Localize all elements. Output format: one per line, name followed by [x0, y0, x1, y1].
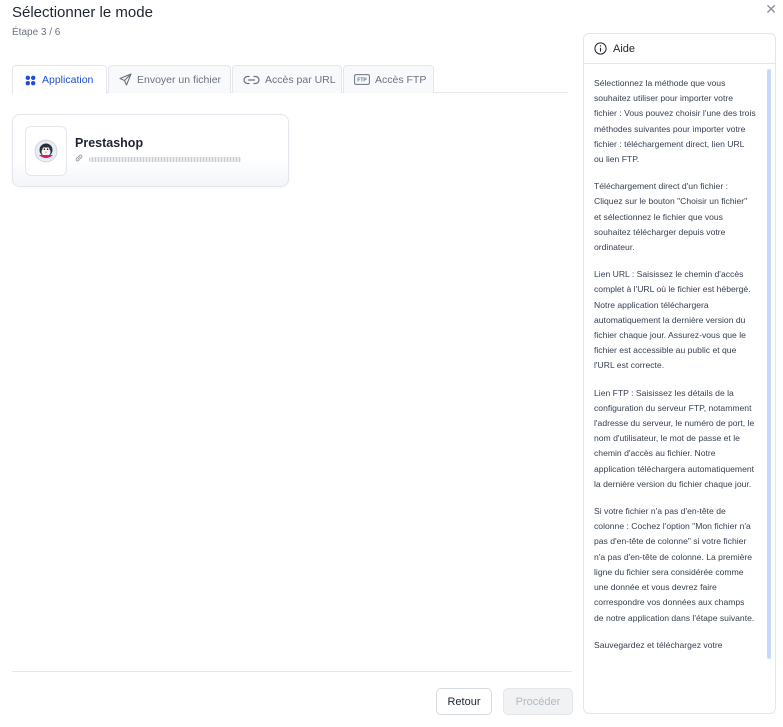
help-paragraph: Lien URL : Saisissez le chemin d'accès c…: [594, 269, 751, 371]
tab-label: Accès par URL: [265, 73, 336, 86]
tab-ftp-access[interactable]: FTP Accès FTP: [343, 65, 434, 93]
help-paragraph: Sauvegardez et téléchargez votre: [594, 639, 723, 650]
send-icon: [119, 73, 132, 87]
svg-text:FTP: FTP: [357, 78, 367, 84]
help-scrollbar[interactable]: [767, 69, 771, 659]
back-button[interactable]: Retour: [436, 688, 492, 715]
proceed-button[interactable]: Procéder: [503, 688, 573, 715]
ftp-icon: FTP: [354, 73, 370, 87]
prestashop-logo: [25, 126, 67, 176]
link-icon: [75, 154, 83, 164]
tab-application[interactable]: Application: [12, 65, 107, 94]
close-icon[interactable]: ✕: [765, 2, 777, 16]
tab-label: Accès FTP: [375, 73, 427, 86]
tab-url-access[interactable]: Accès par URL: [232, 65, 342, 93]
page-title: Sélectionner le mode: [12, 4, 153, 21]
info-icon: [594, 42, 607, 55]
help-header: Aide: [584, 34, 775, 64]
help-content: Sélectionnez la méthode que vous souhait…: [594, 76, 756, 665]
help-paragraph: Téléchargement direct d'un fichier : Cli…: [594, 181, 748, 253]
app-name: Prestashop: [75, 136, 144, 150]
tab-upload-file[interactable]: Envoyer un fichier: [108, 65, 231, 93]
mode-tabs: Application Envoyer un fichier Accès par…: [12, 65, 568, 94]
grid-icon: [23, 73, 37, 87]
url-redacted: [89, 156, 241, 162]
tab-label: Envoyer un fichier: [137, 73, 222, 86]
app-url: [75, 154, 241, 164]
footer-divider: [12, 671, 572, 672]
step-indicator: Étape 3 / 6: [12, 27, 61, 38]
help-paragraph: Si votre fichier n'a pas d'en-tête de co…: [594, 506, 755, 623]
link-icon: [243, 73, 260, 87]
help-title: Aide: [613, 42, 636, 55]
tab-label: Application: [42, 74, 94, 86]
help-panel: Aide Sélectionnez la méthode que vous so…: [583, 33, 776, 714]
help-paragraph: Sélectionnez la méthode que vous souhait…: [594, 78, 756, 165]
help-paragraph: Lien FTP : Saisissez les détails de la c…: [594, 387, 755, 489]
app-card-prestashop[interactable]: Prestashop: [12, 114, 289, 187]
